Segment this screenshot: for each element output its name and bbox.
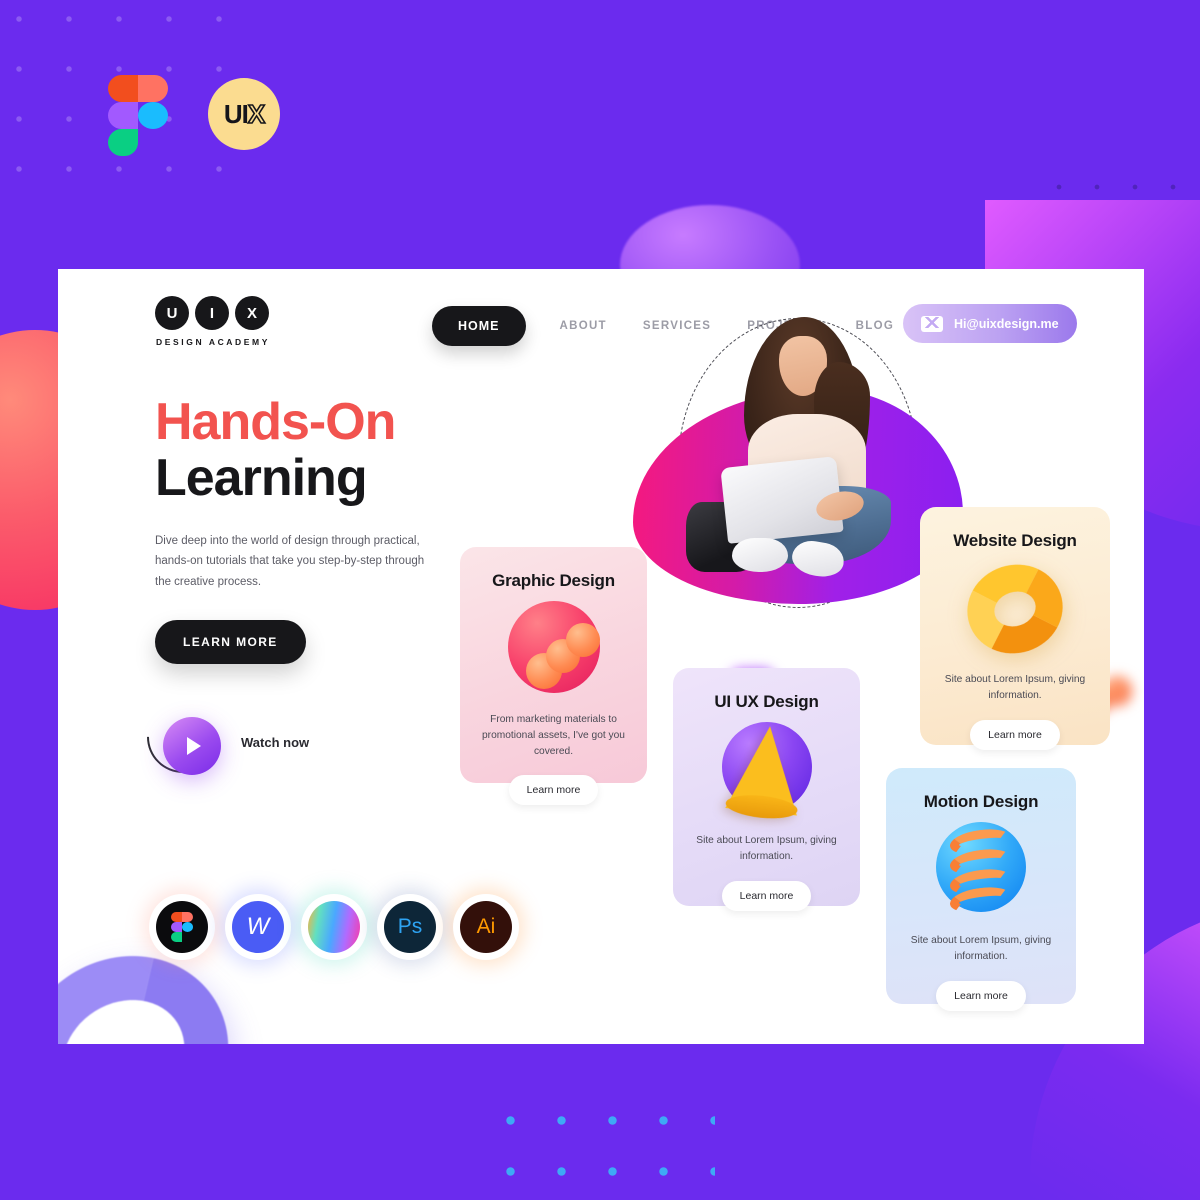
student-photo (686, 314, 908, 584)
hero-title-line-1: Hands-On (155, 393, 396, 451)
play-button[interactable] (163, 717, 221, 775)
photoshop-tool-icon[interactable]: Ps (377, 894, 443, 960)
logo-letter-i: I (195, 296, 229, 330)
service-card-body: Site about Lorem Ipsum, giving informati… (696, 835, 837, 862)
hero-title-line-2: Learning (155, 449, 368, 508)
service-card-website-design[interactable]: Website Design Site about Lorem Ipsum, g… (920, 507, 1110, 750)
service-card-body: From marketing materials to promotional … (482, 714, 625, 757)
watch-now-label: Watch now (241, 734, 310, 750)
service-card-learn-more-button[interactable]: Learn more (970, 719, 1060, 750)
hero-section: Hands-On Learning Dive deep into the wor… (155, 394, 485, 664)
site-logo[interactable]: U I X DESIGN ACADEMY (155, 296, 270, 347)
dot-grid-top-right (1040, 168, 1200, 190)
page-title: Hands-On Learning (155, 394, 485, 506)
photoshop-letters: Ps (397, 915, 423, 938)
figma-tool-icon[interactable] (149, 894, 215, 960)
website-design-illustration (940, 552, 1090, 666)
uix-badge: UI X (208, 78, 280, 150)
webflow-tool-icon[interactable]: W (225, 894, 291, 960)
service-card-title: UI UX Design (714, 692, 819, 711)
service-card-body: Site about Lorem Ipsum, giving informati… (910, 935, 1052, 962)
service-card-title: Graphic Design (492, 571, 615, 590)
hero-description: Dive deep into the world of design throu… (155, 535, 425, 588)
nav-item-about[interactable]: ABOUT (542, 320, 625, 332)
dot-grid-bottom (485, 1095, 715, 1200)
service-card-body: Site about Lorem Ipsum, giving informati… (944, 674, 1086, 701)
logo-letter-x: X (235, 296, 269, 330)
play-icon (187, 737, 201, 755)
webflow-letter: W (246, 913, 270, 940)
service-card-graphic-design[interactable]: Graphic Design From marketing materials … (460, 547, 647, 806)
spline-tool-icon[interactable] (301, 894, 367, 960)
learn-more-button[interactable]: LEARN MORE (155, 619, 306, 664)
ui-ux-design-illustration (693, 718, 840, 823)
service-card-learn-more-button[interactable]: Learn more (508, 775, 599, 806)
nav-item-home[interactable]: HOME (432, 306, 526, 346)
service-card-motion-design[interactable]: Motion Design Site about Lorem Ipsum, gi… (886, 768, 1076, 1011)
watch-now-control[interactable]: Watch now (132, 686, 310, 788)
figma-logo-icon (108, 75, 168, 156)
logo-subtitle: DESIGN ACADEMY (156, 337, 271, 347)
graphic-design-illustration (480, 597, 627, 702)
illustrator-letters: Ai (476, 915, 496, 938)
service-card-ui-ux-design[interactable]: UI UX Design Site about Lorem Ipsum, giv… (673, 668, 860, 911)
motion-design-illustration (906, 818, 1056, 923)
landing-page-card: U I X DESIGN ACADEMY HOME ABOUT SERVICES… (58, 269, 1144, 1044)
uix-badge-ui: UI (223, 98, 249, 129)
logo-letter-u: U (155, 296, 189, 330)
tool-logos-row: W Ps Ai (149, 894, 519, 960)
uix-badge-x: X (247, 98, 266, 130)
service-card-title: Motion Design (923, 792, 1039, 811)
page-background: UI X U I X DESIGN ACADEMY HOME ABOUT SERV… (0, 0, 1200, 1200)
service-card-learn-more-button[interactable]: Learn more (936, 980, 1026, 1011)
service-card-title: Website Design (953, 531, 1077, 550)
play-button-wrapper[interactable] (132, 686, 234, 788)
service-card-learn-more-button[interactable]: Learn more (721, 880, 812, 911)
illustrator-tool-icon[interactable]: Ai (453, 894, 519, 960)
